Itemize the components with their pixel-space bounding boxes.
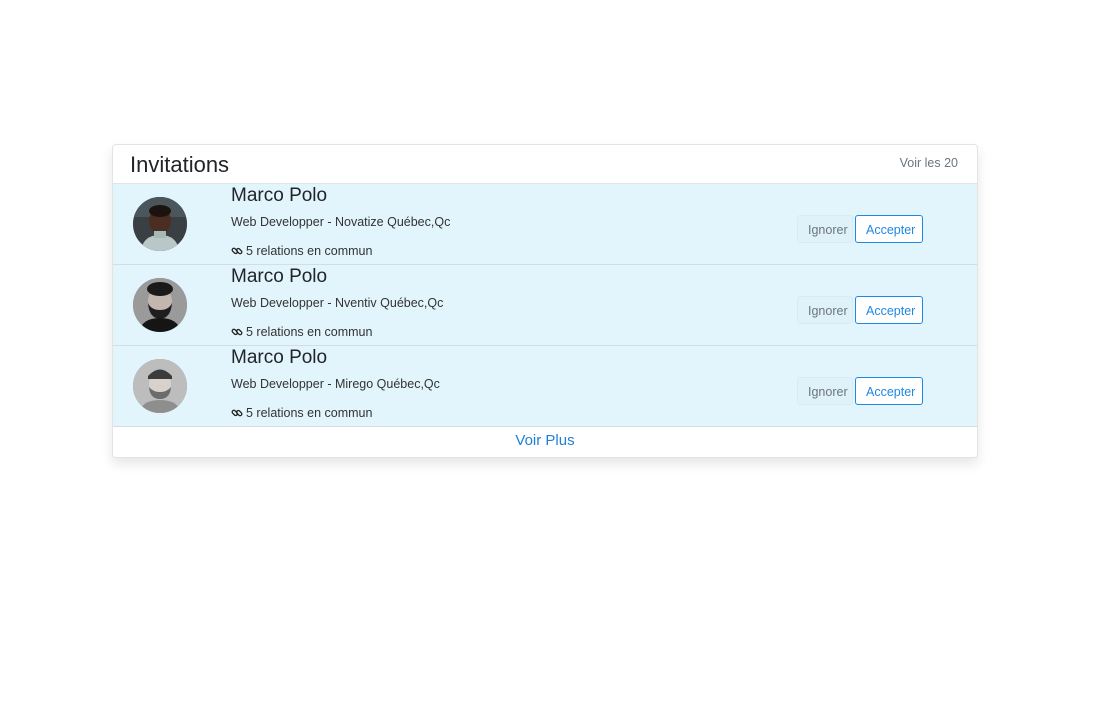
invitee-name[interactable]: Marco Polo: [231, 347, 327, 369]
avatar[interactable]: [133, 197, 187, 251]
invitee-job: Web Developper - Nventiv Québec,Qc: [231, 296, 444, 310]
link-icon: [231, 407, 243, 419]
ignore-button[interactable]: Ignorer: [797, 215, 853, 243]
invitee-name[interactable]: Marco Polo: [231, 185, 327, 207]
link-icon: [231, 245, 243, 257]
avatar[interactable]: [133, 359, 187, 413]
invitation-row: Marco Polo Web Developper - Novatize Qué…: [113, 184, 977, 265]
accept-button[interactable]: Accepter: [855, 215, 923, 243]
mutual-connections: 5 relations en commun: [231, 244, 372, 258]
invitee-job: Web Developper - Mirego Québec,Qc: [231, 377, 440, 391]
invitee-job: Web Developper - Novatize Québec,Qc: [231, 215, 451, 229]
mutual-connections-text: 5 relations en commun: [246, 406, 373, 420]
invitation-row: Marco Polo Web Developper - Nventiv Québ…: [113, 265, 977, 346]
mutual-connections-text: 5 relations en commun: [246, 244, 373, 258]
mutual-connections: 5 relations en commun: [231, 325, 372, 339]
invitation-row: Marco Polo Web Developper - Mirego Québe…: [113, 346, 977, 427]
card-title: Invitations: [130, 152, 230, 177]
card-header: Invitations Voir les 20: [113, 145, 977, 184]
mutual-connections: 5 relations en commun: [231, 406, 372, 420]
invitee-name[interactable]: Marco Polo: [231, 266, 327, 288]
see-all-link[interactable]: Voir les 20: [900, 156, 958, 170]
accept-button[interactable]: Accepter: [855, 377, 923, 405]
card-footer: Voir Plus: [113, 427, 977, 457]
accept-button[interactable]: Accepter: [855, 296, 923, 324]
ignore-button[interactable]: Ignorer: [797, 377, 853, 405]
link-icon: [231, 326, 243, 338]
ignore-button[interactable]: Ignorer: [797, 296, 853, 324]
invitations-card: Invitations Voir les 20 Marco Polo Web D…: [112, 144, 978, 458]
avatar[interactable]: [133, 278, 187, 332]
see-more-link[interactable]: Voir Plus: [515, 432, 574, 449]
mutual-connections-text: 5 relations en commun: [246, 325, 373, 339]
